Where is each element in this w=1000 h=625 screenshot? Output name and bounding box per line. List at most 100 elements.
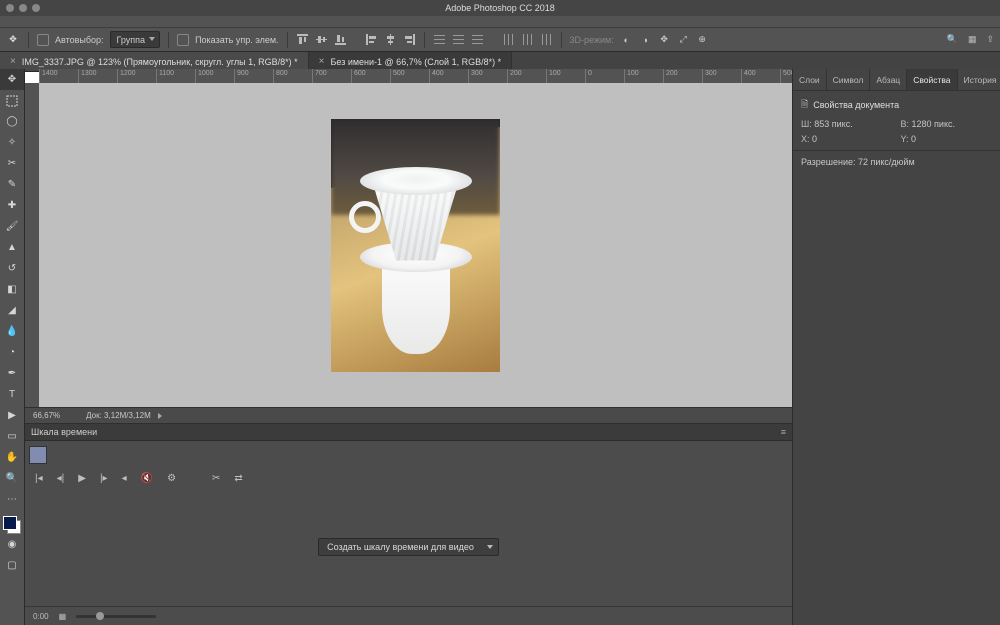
- mode3d-label: 3D-режим:: [570, 35, 614, 45]
- document-tab-label: IMG_3337.JPG @ 123% (Прямоугольник, скру…: [22, 57, 298, 67]
- timeline-convert-icon[interactable]: ▦: [59, 612, 67, 621]
- move-tool-icon[interactable]: ✥: [6, 33, 20, 47]
- panel-menu-icon[interactable]: ≡: [781, 427, 786, 437]
- panel-tab-layers[interactable]: Слои: [793, 69, 827, 90]
- ruler-tick: 100: [546, 69, 585, 83]
- ruler-tick: 200: [507, 69, 546, 83]
- brush-tool-icon[interactable]: 🖌: [0, 216, 24, 237]
- close-tab-icon[interactable]: ×: [10, 56, 16, 67]
- ruler-tick: 1300: [78, 69, 117, 83]
- doc-size-value: Док: 3,12M/3,12M: [86, 411, 151, 420]
- prev-frame-icon[interactable]: ◂|: [57, 473, 65, 484]
- quickmask-icon[interactable]: ◉: [0, 534, 24, 555]
- gradient-tool-icon[interactable]: ◢: [0, 300, 24, 321]
- screenmode-icon[interactable]: ▢: [0, 555, 24, 576]
- color-swatches[interactable]: [3, 516, 21, 534]
- align-right-icon[interactable]: [403, 33, 416, 46]
- distribute-top-icon[interactable]: [433, 33, 446, 46]
- lasso-tool-icon[interactable]: ◯: [0, 111, 24, 132]
- mode3d-pan-icon[interactable]: ✥: [658, 33, 671, 46]
- search-icon[interactable]: 🔍: [947, 34, 958, 45]
- mode3d-zoom-icon[interactable]: ⊕: [696, 33, 709, 46]
- marquee-tool-icon[interactable]: [0, 90, 24, 111]
- status-menu-icon[interactable]: [158, 413, 162, 419]
- options-bar: ✥ Автовыбор: Группа Показать упр. элем. …: [0, 27, 1000, 52]
- distribute-hcenter-icon[interactable]: [521, 33, 534, 46]
- blur-tool-icon[interactable]: 💧: [0, 321, 24, 342]
- create-timeline-dropdown[interactable]: [482, 538, 499, 556]
- show-transform-label: Показать упр. элем.: [195, 35, 278, 45]
- edit-toolbar-icon[interactable]: ⋯: [0, 489, 24, 510]
- panel-tab-properties[interactable]: Свойства: [907, 69, 957, 90]
- auto-select-dropdown[interactable]: Группа: [110, 31, 161, 48]
- ruler-vertical[interactable]: [25, 83, 40, 407]
- split-clip-icon[interactable]: ✂: [212, 473, 220, 484]
- shape-tool-icon[interactable]: ▭: [0, 426, 24, 447]
- crop-tool-icon[interactable]: ✂: [0, 153, 24, 174]
- audio-mute-icon[interactable]: 🔇: [141, 473, 153, 484]
- align-hcenter-icon[interactable]: [384, 33, 397, 46]
- move-tool-icon[interactable]: ✥: [0, 69, 24, 90]
- panel-tab-paragraph[interactable]: Абзац: [870, 69, 907, 90]
- path-select-tool-icon[interactable]: ▶: [0, 405, 24, 426]
- mode3d-orbit-icon[interactable]: ◐: [620, 33, 633, 46]
- timeline-panel: Шкала времени ≡ |◂ ◂| ▶ |▸ ◂ 🔇 ⚙ ✂ ⇄: [25, 423, 792, 625]
- tool-palette: ✥ ◯ ✧ ✂ ✎ ✚ 🖌 ▲ ↺ ◧ ◢ 💧 ◔ ✒ T ▶ ▭ ✋ 🔍 ⋯ …: [0, 69, 25, 625]
- document-tab-label: Без имени-1 @ 66,7% (Слой 1, RGB/8*) *: [330, 57, 501, 67]
- canvas[interactable]: [39, 83, 792, 407]
- ruler-tick: 800: [273, 69, 312, 83]
- align-bottom-icon[interactable]: [334, 33, 347, 46]
- align-top-icon[interactable]: [296, 33, 309, 46]
- align-vcenter-icon[interactable]: [315, 33, 328, 46]
- goto-first-icon[interactable]: |◂: [35, 473, 43, 484]
- zoom-tool-icon[interactable]: 🔍: [0, 468, 24, 489]
- timeline-zoom-slider[interactable]: [76, 615, 156, 618]
- share-icon[interactable]: ⇪: [986, 34, 994, 45]
- dodge-tool-icon[interactable]: ◔: [0, 342, 24, 363]
- distribute-right-icon[interactable]: [540, 33, 553, 46]
- play-icon[interactable]: ▶: [78, 473, 86, 484]
- ruler-tick: 1200: [117, 69, 156, 83]
- close-tab-icon[interactable]: ×: [319, 56, 325, 67]
- panel-tab-character[interactable]: Символ: [827, 69, 871, 90]
- properties-header: Свойства документа: [813, 100, 899, 110]
- healing-tool-icon[interactable]: ✚: [0, 195, 24, 216]
- ruler-tick: 500: [390, 69, 429, 83]
- ruler-horizontal[interactable]: 1400130012001100100090080070060050040030…: [39, 69, 792, 84]
- pen-tool-icon[interactable]: ✒: [0, 363, 24, 384]
- timeline-tab[interactable]: Шкала времени: [31, 427, 97, 437]
- zoom-value[interactable]: 66,67%: [33, 411, 60, 420]
- eraser-tool-icon[interactable]: ◧: [0, 279, 24, 300]
- ruler-tick: 100: [624, 69, 663, 83]
- type-tool-icon[interactable]: T: [0, 384, 24, 405]
- panel-tabs: Слои Символ Абзац Свойства История Канал…: [793, 69, 1000, 90]
- app-title: Adobe Photoshop CC 2018: [0, 3, 1000, 13]
- transition-icon[interactable]: ⇄: [234, 473, 242, 484]
- history-brush-tool-icon[interactable]: ↺: [0, 258, 24, 279]
- distribute-left-icon[interactable]: [502, 33, 515, 46]
- ruler-tick: 400: [741, 69, 780, 83]
- show-transform-checkbox[interactable]: [177, 34, 189, 46]
- hand-tool-icon[interactable]: ✋: [0, 447, 24, 468]
- mode3d-slide-icon[interactable]: ⤢: [677, 33, 690, 46]
- next-frame-icon[interactable]: |▸: [100, 473, 108, 484]
- eyedropper-tool-icon[interactable]: ✎: [0, 174, 24, 195]
- auto-select-checkbox[interactable]: [37, 34, 49, 46]
- doc-resolution: Разрешение: 72 пикс/дюйм: [801, 157, 915, 167]
- align-left-icon[interactable]: [365, 33, 378, 46]
- timeline-time: 0:00: [33, 612, 49, 621]
- ruler-tick: 200: [663, 69, 702, 83]
- distribute-vcenter-icon[interactable]: [452, 33, 465, 46]
- menu-bar[interactable]: [0, 16, 1000, 27]
- mode3d-roll-icon[interactable]: ◑: [639, 33, 652, 46]
- create-video-timeline-button[interactable]: Создать шкалу времени для видео: [318, 538, 483, 556]
- stamp-tool-icon[interactable]: ▲: [0, 237, 24, 258]
- magic-wand-tool-icon[interactable]: ✧: [0, 132, 24, 153]
- panel-tab-history[interactable]: История: [958, 69, 1000, 90]
- timeline-settings-icon[interactable]: ⚙: [167, 473, 176, 484]
- arrange-docs-icon[interactable]: ▦: [968, 34, 977, 45]
- distribute-bottom-icon[interactable]: [471, 33, 484, 46]
- goto-last-icon[interactable]: ◂: [122, 473, 127, 484]
- auto-select-label: Автовыбор:: [55, 35, 104, 45]
- frame-thumbnail[interactable]: [29, 446, 47, 464]
